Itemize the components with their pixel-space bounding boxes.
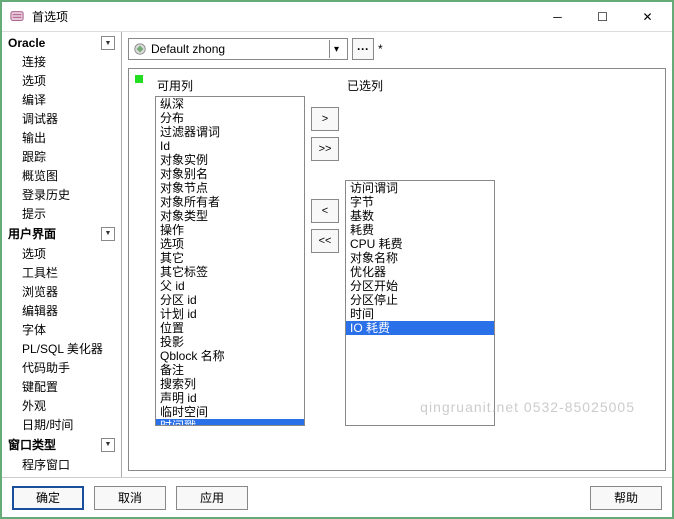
list-item[interactable]: IO 耗费: [346, 321, 494, 335]
sidebar-item[interactable]: 工具栏: [4, 263, 119, 282]
sidebar-item[interactable]: 登录历史: [4, 185, 119, 204]
sidebar-item[interactable]: 外观: [4, 396, 119, 415]
sidebar-category[interactable]: 窗口类型: [4, 434, 119, 455]
sidebar-item[interactable]: 程序窗口: [4, 455, 119, 474]
sidebar-item[interactable]: 输出: [4, 128, 119, 147]
profile-label: Default zhong: [151, 42, 225, 56]
list-item[interactable]: 对象所有者: [156, 195, 304, 209]
list-item[interactable]: 操作: [156, 223, 304, 237]
titlebar: 首选项 ─ ☐ ✕: [2, 2, 672, 32]
list-item[interactable]: 临时空间: [156, 405, 304, 419]
profile-combo[interactable]: Default zhong: [128, 38, 348, 60]
list-item[interactable]: 分布: [156, 111, 304, 125]
list-item[interactable]: 对象实例: [156, 153, 304, 167]
column-picker: 可用列 纵深分布过滤器谓词Id对象实例对象别名对象节点对象所有者对象类型操作选项…: [128, 68, 666, 471]
list-item[interactable]: 访问谓词: [346, 181, 494, 195]
move-all-left-button[interactable]: <<: [311, 229, 339, 253]
list-item[interactable]: 其它: [156, 251, 304, 265]
apply-button[interactable]: 应用: [176, 486, 248, 510]
cancel-button[interactable]: 取消: [94, 486, 166, 510]
sidebar-item[interactable]: 字体: [4, 320, 119, 339]
list-item[interactable]: 分区停止: [346, 293, 494, 307]
selected-list[interactable]: 访问谓词字节基数耗费CPU 耗费对象名称优化器分区开始分区停止时间IO 耗费: [345, 180, 495, 426]
list-item[interactable]: 位置: [156, 321, 304, 335]
chevron-down-icon: [329, 40, 343, 58]
sidebar-item[interactable]: 选项: [4, 244, 119, 263]
list-item[interactable]: 对象别名: [156, 167, 304, 181]
list-item[interactable]: 对象名称: [346, 251, 494, 265]
sidebar-item[interactable]: 浏览器: [4, 282, 119, 301]
list-item[interactable]: 分区 id: [156, 293, 304, 307]
list-item[interactable]: 对象类型: [156, 209, 304, 223]
list-item[interactable]: 时间戳: [156, 419, 304, 426]
sidebar-category[interactable]: Oracle: [4, 34, 119, 52]
list-item[interactable]: 计划 id: [156, 307, 304, 321]
sidebar-item[interactable]: 提示: [4, 204, 119, 223]
profile-icon: [133, 42, 147, 56]
sidebar-item[interactable]: 日期/时间: [4, 415, 119, 434]
list-item[interactable]: 父 id: [156, 279, 304, 293]
move-all-right-button[interactable]: >>: [311, 137, 339, 161]
list-item[interactable]: 纵深: [156, 97, 304, 111]
ok-button[interactable]: 确定: [12, 486, 84, 510]
selected-label: 已选列: [345, 77, 495, 96]
status-dot-icon: [135, 75, 143, 83]
sidebar-item[interactable]: 连接: [4, 52, 119, 71]
list-item[interactable]: 分区开始: [346, 279, 494, 293]
footer: 确定 取消 应用 帮助: [2, 477, 672, 517]
app-icon: [10, 9, 26, 25]
chevron-down-icon: [101, 36, 115, 50]
list-item[interactable]: 搜索列: [156, 377, 304, 391]
sidebar-item[interactable]: 代码助手: [4, 358, 119, 377]
modified-indicator: *: [378, 42, 383, 56]
list-item[interactable]: 备注: [156, 363, 304, 377]
sidebar-item[interactable]: 编辑器: [4, 301, 119, 320]
sidebar-item[interactable]: 概览图: [4, 166, 119, 185]
list-item[interactable]: Id: [156, 139, 304, 153]
close-button[interactable]: ✕: [625, 2, 670, 31]
sidebar: Oracle连接选项编译调试器输出跟踪概览图登录历史提示用户界面选项工具栏浏览器…: [2, 32, 122, 477]
help-button[interactable]: 帮助: [590, 486, 662, 510]
list-item[interactable]: 基数: [346, 209, 494, 223]
sidebar-item[interactable]: PL/SQL 美化器: [4, 339, 119, 358]
list-item[interactable]: 其它标签: [156, 265, 304, 279]
list-item[interactable]: 对象节点: [156, 181, 304, 195]
move-left-button[interactable]: <: [311, 199, 339, 223]
chevron-down-icon: [101, 227, 115, 241]
list-item[interactable]: 过滤器谓词: [156, 125, 304, 139]
list-item[interactable]: 耗费: [346, 223, 494, 237]
window-title: 首选项: [32, 8, 535, 25]
sidebar-category[interactable]: 用户界面: [4, 223, 119, 244]
sidebar-item[interactable]: 调试器: [4, 109, 119, 128]
sidebar-item[interactable]: 跟踪: [4, 147, 119, 166]
list-item[interactable]: Qblock 名称: [156, 349, 304, 363]
chevron-down-icon: [101, 438, 115, 452]
list-item[interactable]: 选项: [156, 237, 304, 251]
sidebar-item[interactable]: 选项: [4, 71, 119, 90]
move-right-button[interactable]: >: [311, 107, 339, 131]
profile-more-button[interactable]: ···: [352, 38, 374, 60]
list-item[interactable]: 优化器: [346, 265, 494, 279]
minimize-button[interactable]: ─: [535, 2, 580, 31]
maximize-button[interactable]: ☐: [580, 2, 625, 31]
list-item[interactable]: 字节: [346, 195, 494, 209]
list-item[interactable]: 声明 id: [156, 391, 304, 405]
available-label: 可用列: [155, 77, 305, 96]
sidebar-item[interactable]: 编译: [4, 90, 119, 109]
list-item[interactable]: 投影: [156, 335, 304, 349]
available-list[interactable]: 纵深分布过滤器谓词Id对象实例对象别名对象节点对象所有者对象类型操作选项其它其它…: [155, 96, 305, 426]
list-item[interactable]: CPU 耗费: [346, 237, 494, 251]
list-item[interactable]: 时间: [346, 307, 494, 321]
sidebar-item[interactable]: 键配置: [4, 377, 119, 396]
